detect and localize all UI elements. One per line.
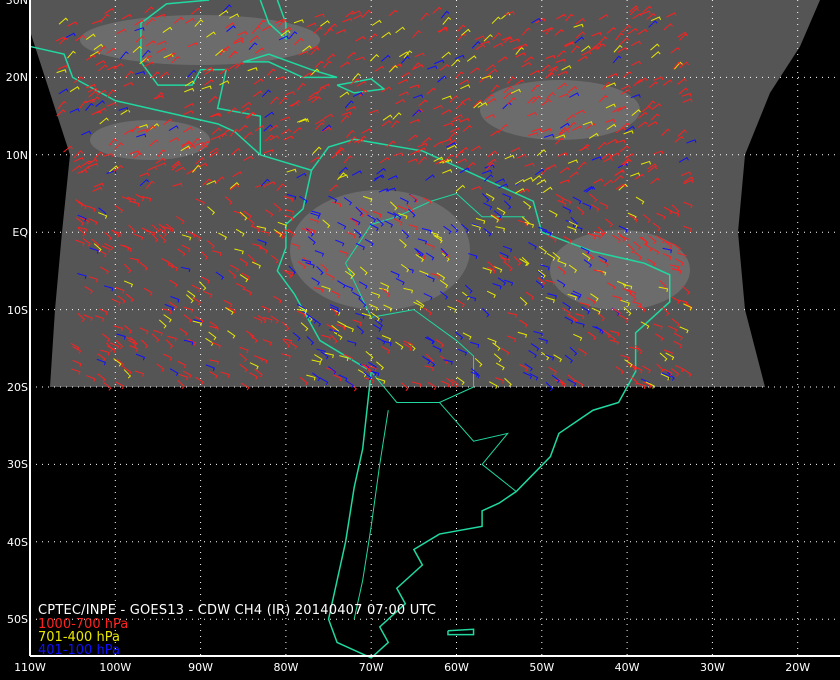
lat-label: 10S <box>7 303 28 317</box>
lon-label: 60W <box>444 661 469 674</box>
lon-label: 80W <box>273 661 299 674</box>
lon-label: 70W <box>358 661 384 674</box>
satellite-image <box>30 0 820 387</box>
country-border <box>439 402 517 492</box>
map-canvas <box>29 0 840 659</box>
lon-label: 50W <box>529 661 555 674</box>
lat-label: 50S <box>7 613 28 627</box>
lat-label: 30N <box>5 0 28 7</box>
map-title: CPTEC/INPE - GOES13 - CDW CH4 (IR) 20140… <box>38 603 437 618</box>
lat-label: 20S <box>7 381 28 394</box>
lon-label: 20W <box>785 661 811 674</box>
lon-label: 110W <box>14 661 46 674</box>
lat-label: 20N <box>5 71 28 85</box>
lat-label: 10N <box>5 148 28 162</box>
cloud-mass <box>80 15 320 65</box>
legend-high-level: 401-100 hPa <box>38 643 120 658</box>
lon-label: 100W <box>99 661 132 674</box>
lat-label: EQ <box>12 226 28 240</box>
lon-label: 90W <box>188 661 214 674</box>
lon-label: 40W <box>614 661 640 674</box>
lat-label: 30S <box>7 458 28 472</box>
lon-label: 30W <box>699 661 725 674</box>
lat-label: 40S <box>7 535 28 549</box>
country-border <box>353 410 389 620</box>
wind-map: 30N 20N 10N EQ 10S 20S 30S 40S 50S 110W 100W 90W 80… <box>0 0 840 680</box>
cloud-mass <box>90 120 210 160</box>
coastline <box>447 628 475 636</box>
